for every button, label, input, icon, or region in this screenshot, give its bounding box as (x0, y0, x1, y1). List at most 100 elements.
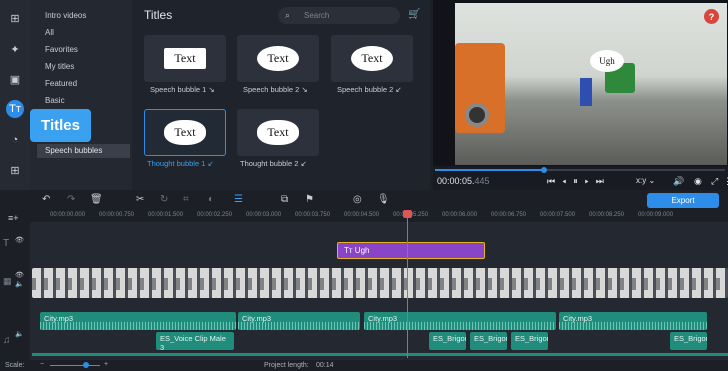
audio-clip-label: ES_Brigor (515, 334, 548, 343)
visibility-icon[interactable]: 👁 (15, 271, 24, 279)
title-tile-speech-bubble-2a[interactable]: Text (237, 35, 319, 82)
titles-icon[interactable]: Tт (6, 100, 24, 118)
volume-icon[interactable]: 🔈 (15, 330, 24, 338)
audio-clip[interactable]: City.mp3 (238, 312, 360, 330)
ruler-tick: 00:00:06.000 (442, 212, 478, 218)
stickers-icon[interactable]: ◔ (6, 131, 24, 149)
search-icon: ⌕ (285, 10, 291, 20)
sfx-clip[interactable]: ES_Brigor (429, 332, 466, 350)
playhead-handle[interactable] (403, 210, 412, 218)
chevron-down-icon: ⌄ (648, 176, 656, 185)
microphone-icon[interactable]: 🎙 (377, 194, 390, 205)
progress-handle[interactable] (541, 167, 547, 173)
tile-label: Speech bubble 2 ↙ (337, 85, 402, 94)
help-button[interactable]: ? (704, 9, 719, 24)
ruler-tick: 00:00:03.000 (246, 212, 282, 218)
waveform (40, 322, 236, 330)
bubble-preview: Text (351, 46, 393, 71)
tile-label-selected: Thought bubble 1 ↙ (147, 159, 214, 168)
more-tools-icon[interactable]: ⊞ (6, 161, 24, 179)
pause-icon[interactable]: ⏸ (573, 176, 585, 186)
ruler-tick: 00:00:07.500 (540, 212, 576, 218)
timeline-scrollbar[interactable] (32, 353, 728, 356)
rotate-icon[interactable]: ↻ (160, 194, 168, 205)
category-my-titles[interactable]: My titles (45, 62, 74, 71)
step-forward-icon[interactable]: ▸ (585, 176, 596, 186)
ruler-tick: 00:00:08.250 (589, 212, 625, 218)
zoom-in-icon[interactable]: + (104, 361, 108, 368)
sfx-clip[interactable]: ES_Brigor (670, 332, 707, 350)
waveform (559, 322, 707, 330)
undo-icon[interactable]: ↶ (42, 194, 50, 205)
bubble-preview: Text (164, 120, 206, 145)
timeline-toolbar: ↶ ↷ 🗑 ✂ ↻ ⌗ ◐ ☰ ⧉ ⚑ ◎ 🎙 Export (30, 190, 728, 210)
fullscreen-icon[interactable]: ⤢ (711, 176, 718, 187)
category-all[interactable]: All (45, 28, 54, 37)
timecode-main: 00:00:05. (437, 176, 475, 186)
title-tile-thought-bubble-1[interactable]: Text (144, 109, 226, 156)
ruler-tick: 00:00:00.750 (99, 212, 135, 218)
time-ruler[interactable]: 00:00:00.000 00:00:00.750 00:00:01.500 0… (30, 210, 728, 222)
tile-label: Speech bubble 1 ↘ (150, 85, 215, 94)
voice-clip[interactable]: ES_Voice Clip Male 3 (156, 332, 234, 350)
sfx-clip[interactable]: ES_Brigor (511, 332, 548, 350)
skip-start-icon[interactable]: ⏮ (547, 176, 562, 186)
title-tile-speech-bubble-1[interactable]: Text (144, 35, 226, 82)
add-track-icon[interactable]: ≡+ (8, 213, 19, 223)
audio-clip-label: ES_Voice Clip Male 3 (160, 334, 226, 350)
category-speech-bubbles[interactable]: Speech bubbles (37, 144, 130, 158)
zoom-out-icon[interactable]: − (40, 361, 44, 368)
snapshot-icon[interactable]: ◉ (694, 176, 702, 187)
audio-clip[interactable]: City.mp3 (40, 312, 236, 330)
color-icon[interactable]: ◐ (208, 194, 214, 205)
transport-controls: ⏮◂⏸▸⏭ (547, 176, 611, 187)
record-webcam-icon[interactable]: ◎ (353, 194, 362, 205)
timecode-ms: 445 (474, 176, 490, 186)
magic-wand-icon[interactable]: ✦ (6, 40, 24, 58)
ruler-tick: 00:00:09.000 (638, 212, 674, 218)
title-categories: Intro videos All Favorites My titles Fea… (30, 0, 132, 190)
clip-properties-icon[interactable]: ☰ (234, 194, 243, 205)
overlay-icon[interactable]: ⧉ (281, 194, 288, 205)
scale-slider[interactable] (50, 365, 100, 366)
sfx-clip[interactable]: ES_Brigor (470, 332, 507, 350)
ruler-tick: 00:00:06.750 (491, 212, 527, 218)
category-favorites[interactable]: Favorites (45, 45, 78, 54)
category-featured[interactable]: Featured (45, 79, 77, 88)
skip-end-icon[interactable]: ⏭ (596, 176, 611, 186)
tile-label: Thought bubble 2 ↙ (240, 159, 307, 168)
audio-clip[interactable]: City.mp3 (364, 312, 556, 330)
transitions-icon[interactable]: ▣ (6, 70, 24, 88)
cut-icon[interactable]: ✂ (136, 194, 144, 205)
truck-wheel (465, 103, 489, 127)
playhead[interactable] (407, 210, 408, 358)
delete-icon[interactable]: 🗑 (90, 194, 103, 205)
thought-bubble-overlay[interactable]: Ugh (590, 50, 624, 72)
export-button[interactable]: Export (647, 193, 719, 208)
scale-slider-handle[interactable] (83, 362, 89, 368)
title-tile-speech-bubble-2b[interactable]: Text (331, 35, 413, 82)
more-icon[interactable]: ⋮ (723, 176, 728, 187)
status-bar: Scale: − + Project length: 00:14 (0, 360, 728, 371)
volume-icon[interactable]: 🔈 (15, 280, 24, 288)
title-tile-thought-bubble-2[interactable]: Text (237, 109, 319, 156)
filmstrip-frames (32, 278, 728, 290)
volume-icon[interactable]: 🔊 (673, 176, 684, 187)
audio-clip[interactable]: City.mp3 (559, 312, 707, 330)
ruler-tick: 00:00:01.500 (148, 212, 184, 218)
category-basic[interactable]: Basic (45, 96, 65, 105)
step-back-icon[interactable]: ◂ (562, 176, 573, 186)
redo-icon[interactable]: ↷ (67, 194, 75, 205)
search-box[interactable]: ⌕ Search (278, 7, 400, 24)
visibility-icon[interactable]: 👁 (15, 236, 24, 244)
project-length-label: Project length: (264, 362, 309, 369)
cart-icon[interactable]: 🛒 (408, 9, 420, 20)
marker-flag-icon[interactable]: ⚑ (305, 194, 314, 205)
crop-icon[interactable]: ⌗ (183, 194, 189, 205)
category-intro-videos[interactable]: Intro videos (45, 11, 86, 20)
aspect-ratio-select[interactable]: x:y ⌄ (636, 176, 655, 185)
title-clip[interactable]: Tт Ugh (337, 242, 485, 259)
import-icon[interactable]: ⊞ (6, 9, 24, 27)
bubble-preview: Text (257, 46, 299, 71)
title-track-icon: T (3, 238, 10, 249)
